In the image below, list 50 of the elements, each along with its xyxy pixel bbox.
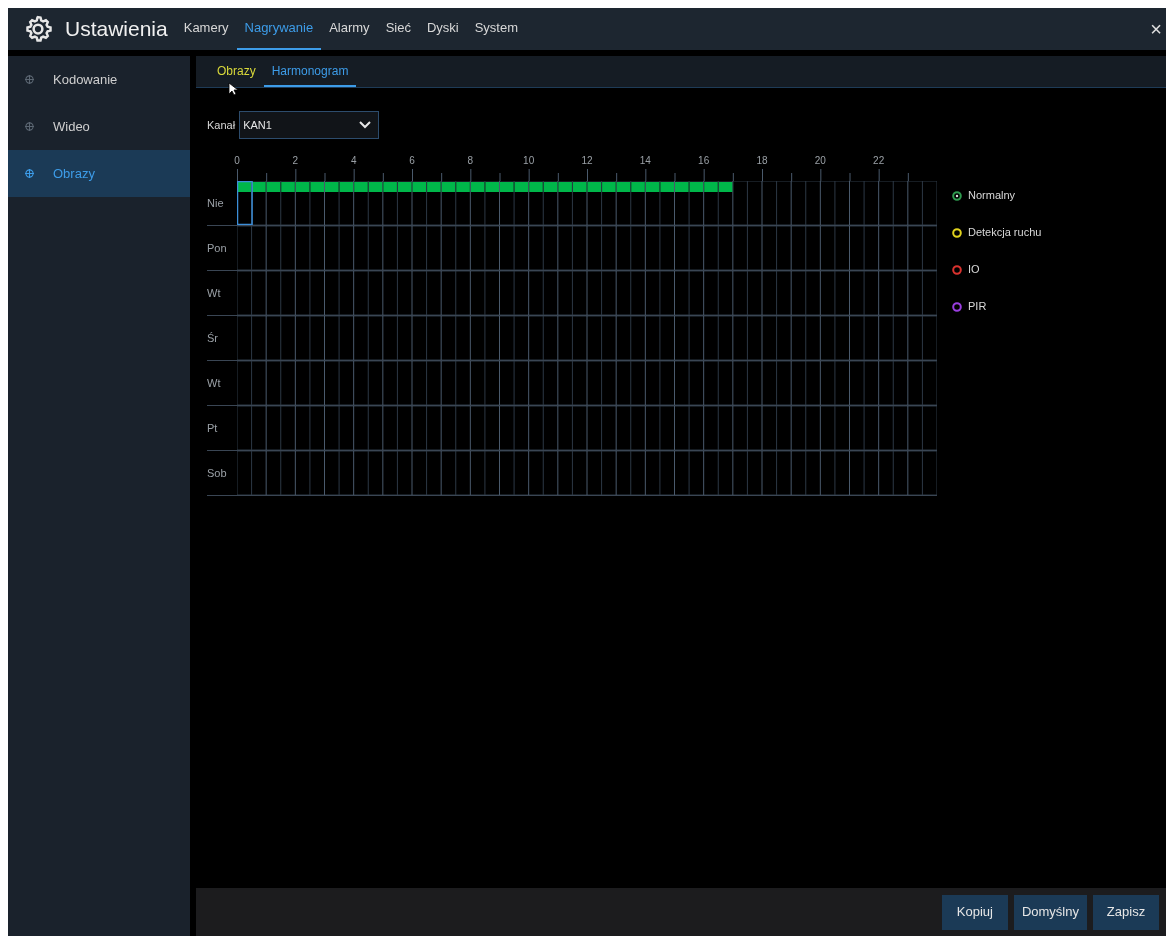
- hour-label: 10: [523, 154, 535, 168]
- hour-label: 14: [639, 154, 651, 168]
- hour-label: 12: [581, 154, 593, 168]
- hour-label: 20: [814, 154, 826, 168]
- hour-label: 2: [292, 154, 299, 168]
- radio-icon[interactable]: [952, 264, 962, 275]
- sidebar-item[interactable]: Wideo: [8, 103, 190, 150]
- sub-tab[interactable]: Obrazy: [209, 56, 264, 87]
- sidebar-item[interactable]: Obrazy: [8, 150, 190, 197]
- close-button[interactable]: ×: [1150, 19, 1162, 39]
- menu-tab[interactable]: Kamery: [175, 8, 237, 50]
- hour-label: 4: [350, 154, 357, 168]
- day-label: Nie: [207, 195, 225, 211]
- mouse-cursor-icon: [228, 82, 238, 96]
- footer-button[interactable]: Domyślny: [1013, 894, 1087, 930]
- day-label: Pon: [207, 240, 228, 256]
- legend-label: IO: [968, 262, 980, 278]
- menu-tab[interactable]: Sieć: [377, 8, 419, 50]
- day-label: Pt: [207, 420, 219, 436]
- day-label: Śr: [207, 330, 219, 346]
- settings-title: Ustawienia: [65, 16, 168, 43]
- day-label: Wt: [207, 375, 222, 391]
- sub-tab[interactable]: Harmonogram: [263, 56, 357, 87]
- legend-label: Detekcja ruchu: [968, 225, 1042, 241]
- day-label: Sob: [207, 465, 228, 481]
- footer-button[interactable]: Zapisz: [1093, 894, 1159, 930]
- hour-label: 0: [234, 154, 240, 168]
- channel-label: Kanał: [207, 117, 236, 133]
- crosshair-icon: [25, 122, 34, 131]
- crosshair-icon: [25, 169, 34, 178]
- legend-label: Normalny: [968, 188, 1016, 204]
- hour-label: 8: [467, 154, 474, 168]
- hour-label: 6: [409, 154, 415, 168]
- hour-label: 18: [756, 154, 768, 168]
- radio-icon[interactable]: [952, 190, 962, 201]
- menu-tab[interactable]: Dyski: [418, 8, 467, 50]
- sidebar-item[interactable]: Kodowanie: [8, 56, 190, 103]
- day-label: Wt: [207, 285, 222, 301]
- radio-icon[interactable]: [952, 301, 962, 312]
- footer-button[interactable]: Kopiuj: [941, 894, 1008, 930]
- chevron-down-icon: [359, 121, 372, 129]
- hour-label: 22: [873, 154, 885, 168]
- legend-label: PIR: [968, 299, 987, 315]
- settings-icon: [23, 14, 53, 44]
- channel-dropdown[interactable]: KAN1: [239, 111, 380, 139]
- menu-tab[interactable]: Nagrywanie: [236, 8, 322, 50]
- menu-tab[interactable]: Alarmy: [321, 8, 378, 50]
- crosshair-icon: [25, 75, 34, 84]
- menu-tab[interactable]: System: [466, 8, 527, 50]
- hour-label: 16: [698, 154, 710, 168]
